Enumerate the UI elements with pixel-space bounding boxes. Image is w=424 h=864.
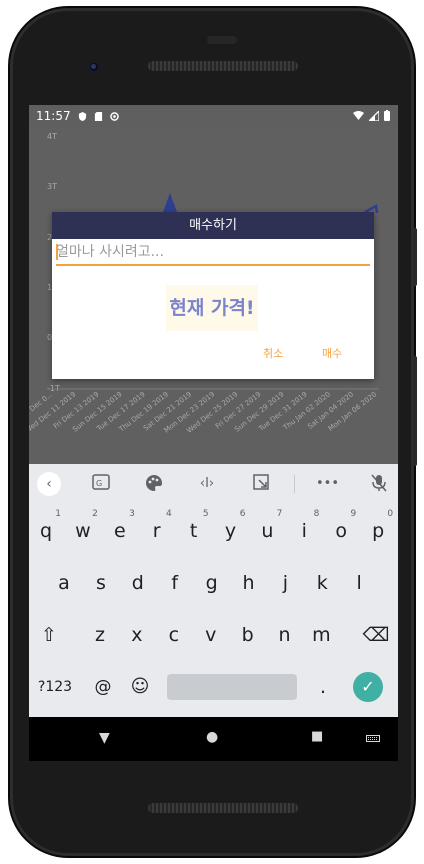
- top-speaker: [148, 61, 298, 71]
- signal-icon: [369, 110, 379, 121]
- resize-icon[interactable]: [251, 474, 271, 494]
- keyboard-switch-icon[interactable]: [366, 735, 380, 742]
- key-hint: 1: [55, 509, 61, 519]
- sync-icon: [109, 111, 119, 121]
- y-tick-label: 3T: [47, 182, 57, 191]
- mic-off-icon[interactable]: [369, 474, 389, 494]
- key-u[interactable]: u7: [250, 509, 284, 550]
- key-d[interactable]: d: [121, 564, 155, 602]
- key-hint: 3: [129, 509, 135, 519]
- key-o[interactable]: o9: [324, 509, 358, 550]
- key-q[interactable]: q1: [29, 509, 63, 550]
- space-key[interactable]: [167, 674, 297, 700]
- key-hint: 9: [350, 509, 357, 519]
- key-v[interactable]: v: [194, 616, 228, 654]
- chevron-left-icon[interactable]: ‹: [37, 472, 61, 496]
- quantity-input[interactable]: 얼마나 사시려고...: [56, 242, 370, 266]
- key-j[interactable]: j: [268, 564, 302, 602]
- battery-icon: [384, 110, 390, 121]
- shield-icon: [78, 111, 86, 121]
- sd-card-icon: [94, 111, 102, 121]
- svg-text:G: G: [96, 479, 102, 488]
- key-g[interactable]: g: [195, 564, 229, 602]
- screen: 11:57 4T3T2T1T0-1TMon Dec 0...Wed Dec 11…: [29, 105, 398, 717]
- buy-button[interactable]: 매수: [322, 345, 342, 361]
- volume-button: [413, 228, 417, 286]
- key-hint: 0: [387, 509, 394, 519]
- toolbar-divider: [294, 475, 295, 493]
- dialog-title: 매수하기: [52, 212, 374, 239]
- key-k[interactable]: k: [305, 564, 339, 602]
- key-a[interactable]: a: [47, 564, 81, 602]
- recents-nav-icon[interactable]: ■: [311, 729, 323, 744]
- home-nav-icon[interactable]: ●: [206, 729, 218, 745]
- key-h[interactable]: h: [232, 564, 266, 602]
- key-l[interactable]: l: [342, 564, 376, 602]
- bottom-speaker: [148, 803, 298, 813]
- key-p[interactable]: p0: [361, 509, 395, 550]
- key-z[interactable]: z: [83, 616, 117, 654]
- cancel-button[interactable]: 취소: [263, 345, 283, 361]
- front-camera: [87, 60, 101, 74]
- series-line-peak: [163, 193, 177, 212]
- back-nav-icon[interactable]: ▼: [99, 730, 110, 746]
- backspace-key[interactable]: ⌫: [359, 616, 393, 654]
- more-icon[interactable]: •••: [316, 474, 339, 494]
- key-b[interactable]: b: [231, 616, 265, 654]
- key-hint: 2: [92, 509, 98, 519]
- at-key[interactable]: @: [86, 668, 120, 706]
- key-x[interactable]: x: [120, 616, 154, 654]
- key-w[interactable]: w2: [66, 509, 100, 550]
- navigation-bar: ▼ ● ■: [29, 717, 398, 761]
- cursor-move-icon[interactable]: ‹I›: [197, 474, 217, 494]
- key-r[interactable]: r4: [140, 509, 174, 550]
- key-hint: 7: [276, 509, 283, 519]
- key-i[interactable]: i8: [287, 509, 321, 550]
- key-hint: 6: [239, 509, 246, 519]
- key-e[interactable]: e3: [103, 509, 137, 550]
- key-hint: 4: [165, 509, 172, 519]
- key-hint: 5: [202, 509, 209, 519]
- keyboard: ‹ G ‹I› ••• q1w2e3r4t5y6u7i8o9p0 asdfghjk…: [29, 464, 398, 717]
- enter-key[interactable]: ✓: [353, 672, 383, 702]
- shift-key[interactable]: ⇧: [32, 616, 66, 654]
- key-y[interactable]: y6: [214, 509, 248, 550]
- period-key[interactable]: .: [306, 668, 340, 706]
- key-c[interactable]: c: [157, 616, 191, 654]
- wifi-icon: [353, 110, 364, 120]
- key-hint: 8: [313, 509, 320, 519]
- key-n[interactable]: n: [268, 616, 302, 654]
- emoji-key[interactable]: ☺: [123, 668, 157, 706]
- key-s[interactable]: s: [84, 564, 118, 602]
- sticker-icon[interactable]: G: [91, 474, 111, 494]
- status-bar: 11:57: [29, 105, 398, 127]
- sensor: [207, 36, 237, 44]
- key-f[interactable]: f: [158, 564, 192, 602]
- buy-dialog: 매수하기 얼마나 사시려고... 현재 가격! 취소 매수: [52, 212, 374, 379]
- keyboard-toolbar: ‹ G ‹I› •••: [29, 464, 398, 504]
- key-t[interactable]: t5: [177, 509, 211, 550]
- current-price-label: 현재 가격!: [166, 285, 258, 331]
- status-time: 11:57: [36, 109, 71, 123]
- palette-icon[interactable]: [144, 474, 164, 494]
- symbols-key[interactable]: ?123: [33, 668, 77, 706]
- y-tick-label: 4T: [47, 132, 57, 141]
- power-button: [413, 356, 417, 466]
- key-m[interactable]: m: [304, 616, 338, 654]
